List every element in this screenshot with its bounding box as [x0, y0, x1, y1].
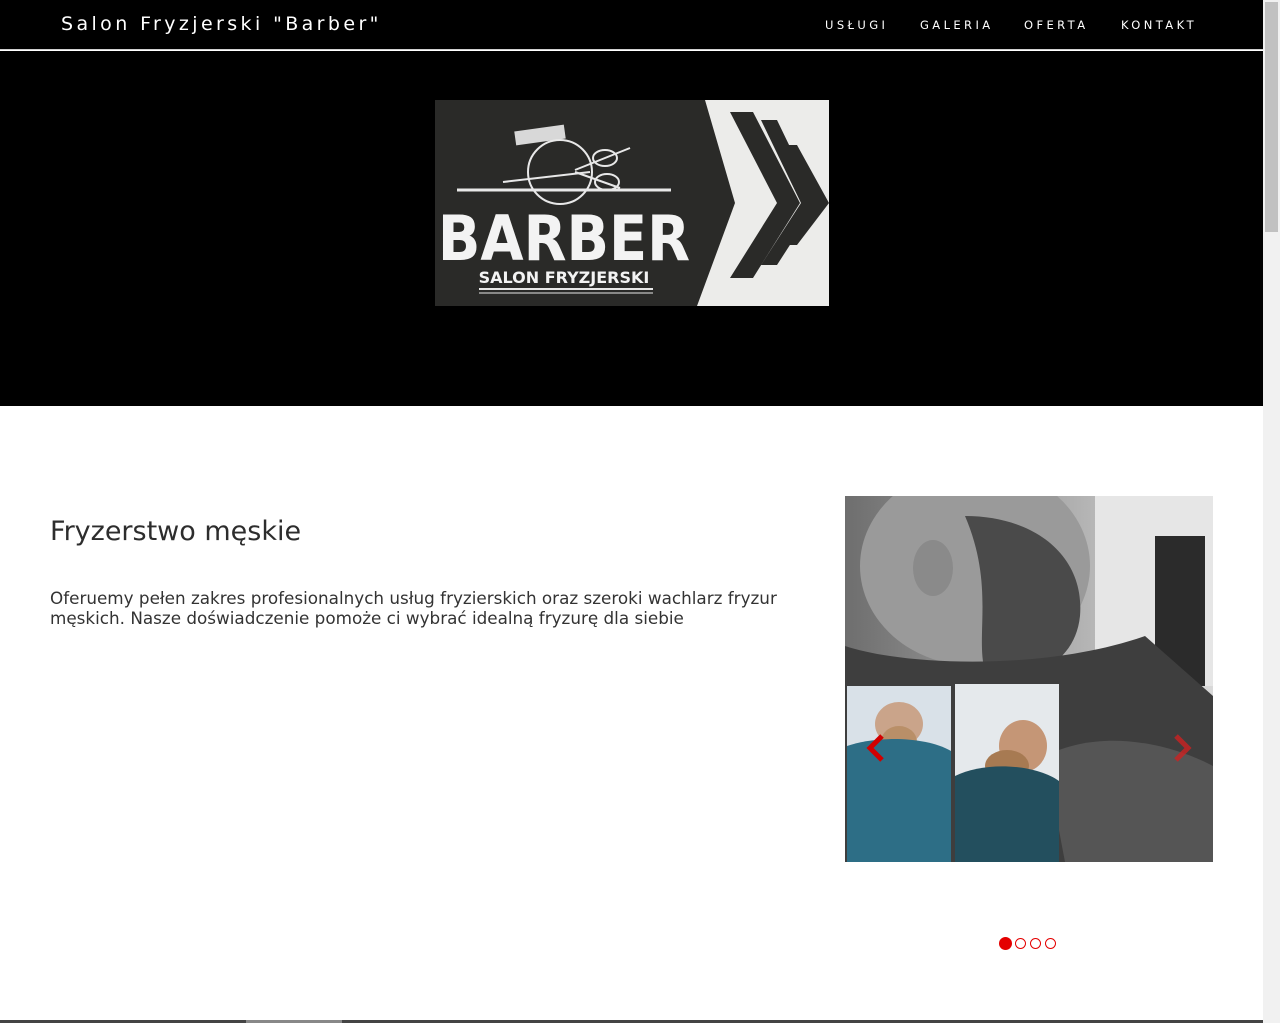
section-heading: Fryzerstwo męskie: [50, 516, 302, 547]
carousel-indicators: [999, 937, 1059, 952]
logo-subtitle: SALON FRYZJERSKI: [479, 268, 650, 287]
nav-link-kontakt[interactable]: KONTAKT: [1121, 17, 1197, 33]
scrollbar-thumb[interactable]: [1265, 2, 1278, 232]
carousel-dot-1[interactable]: [999, 937, 1012, 950]
site-brand[interactable]: Salon Fryzjerski "Barber": [61, 12, 382, 36]
carousel-dot-4[interactable]: [1045, 938, 1056, 949]
carousel-dot-2[interactable]: [1015, 938, 1026, 949]
carousel-dot-3[interactable]: [1030, 938, 1041, 949]
top-navbar: Salon Fryzjerski "Barber" USŁUGI GALERIA…: [0, 0, 1263, 50]
nav-link-uslugi[interactable]: USŁUGI: [825, 17, 888, 33]
section-description: Oferuemy pełen zakres profesionalnych us…: [50, 588, 777, 628]
image-carousel[interactable]: [845, 496, 1213, 862]
logo-title: BARBER: [438, 202, 690, 275]
nav-link-galeria[interactable]: GALERIA: [920, 17, 994, 33]
carousel-slide-image: [845, 496, 1213, 862]
vertical-scrollbar[interactable]: [1263, 0, 1280, 1023]
carousel-prev-arrow-icon[interactable]: [864, 733, 888, 763]
nav-link-oferta[interactable]: OFERTA: [1024, 17, 1089, 33]
barber-logo: BARBER SALON FRYZJERSKI: [435, 100, 829, 306]
hero-section: BARBER SALON FRYZJERSKI: [0, 51, 1263, 406]
carousel-next-arrow-icon[interactable]: [1170, 733, 1194, 763]
